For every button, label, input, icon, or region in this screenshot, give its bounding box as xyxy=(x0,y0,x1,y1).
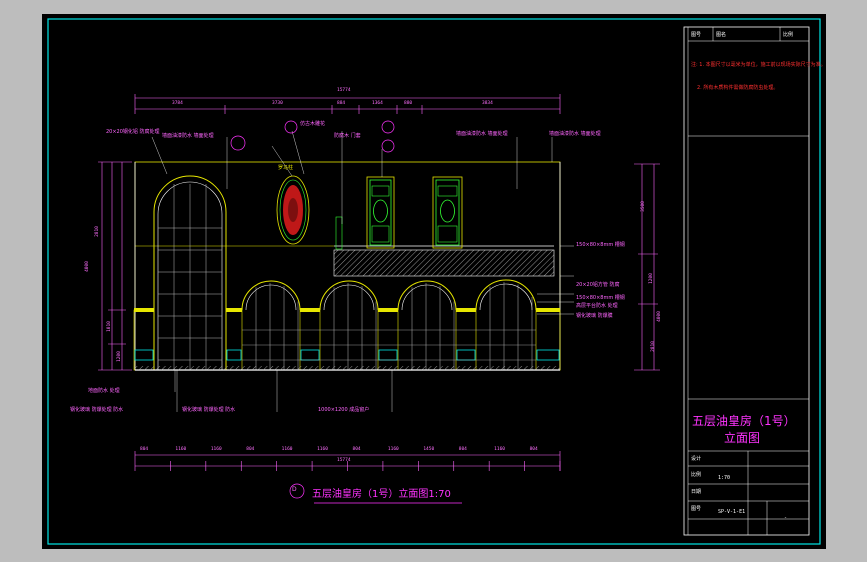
top-annotation-1: 20×20钢化铝 防腐处理 xyxy=(106,129,160,135)
top-dim-2: 3730 xyxy=(272,101,283,106)
tb-row-label-2: 比例 xyxy=(691,472,702,478)
top-dim-3: 884 xyxy=(337,101,346,106)
tb-note-1: 注: 1. 本图尺寸以毫米为单位，施工前以现场实际尺寸为准。 xyxy=(691,62,826,68)
elevation-drawing xyxy=(47,18,821,545)
tb-note-2: 2. 所有木质构件需做防腐防虫处理。 xyxy=(697,85,779,91)
left-dim-2: 1010 xyxy=(106,321,112,332)
oval-medallion xyxy=(276,175,310,245)
right-dim-2: 1200 xyxy=(648,273,654,284)
tb-page: - xyxy=(784,515,788,521)
right-dimension-lines xyxy=(634,163,660,371)
top-dim-4: 1364 xyxy=(372,101,383,106)
bottom-annotation-2: 钢化玻璃 防爆处理 防水 xyxy=(70,407,124,413)
overall-dim-top: 15774 xyxy=(337,88,351,93)
top-dimension-lines xyxy=(134,94,561,114)
tb-row-label-3: 日期 xyxy=(691,489,702,495)
bottom-dim-5: 1160 xyxy=(281,447,293,452)
bottom-dim-7: 804 xyxy=(352,447,361,452)
tb-header-3: 比例 xyxy=(783,32,794,38)
drawing-caption: 五层油皇房（1号）立面图1:70 xyxy=(312,489,451,500)
left-dim-4: 4000 xyxy=(84,261,90,272)
terrace-slab xyxy=(333,245,555,277)
bottom-dim-1: 804 xyxy=(140,447,149,452)
top-annotation-5: 墙面油漆防水 墙面处理 xyxy=(456,131,508,137)
drawing-sheet: 15774 3784 3730 884 1364 880 3834 15774 804 11… xyxy=(42,14,826,549)
medallion-label: 罗马柱 xyxy=(278,165,294,171)
bottom-annotation-1: 地面防水 处理 xyxy=(88,388,120,394)
bottom-dim-4: 804 xyxy=(246,447,255,452)
caption-tag: D xyxy=(292,486,297,493)
tb-title-line1: 五层油皇房（1号） xyxy=(692,414,796,428)
right-annotation-5: 钢化玻璃 防爆膜 xyxy=(576,313,613,319)
left-dim-1: 2810 xyxy=(94,226,100,237)
tb-row-value-2: 1:70 xyxy=(718,475,731,481)
tb-row-label-1: 设计 xyxy=(691,456,702,462)
right-dim-4: 2810 xyxy=(650,341,656,352)
tb-header-1: 图号 xyxy=(691,32,702,38)
title-block-frame xyxy=(683,26,810,536)
bottom-dim-6: 1160 xyxy=(317,447,328,452)
upper-door-right xyxy=(432,176,463,249)
right-annotation-2: 20×20铝方管 防腐 xyxy=(576,282,620,288)
bottom-dim-10: 804 xyxy=(458,447,467,452)
bottom-annotation-4: 1000×1200 成品窗户 xyxy=(318,407,370,413)
bottom-dim-8: 1160 xyxy=(387,447,399,452)
bottom-dim-2: 1160 xyxy=(175,447,187,452)
upper-door-left xyxy=(366,176,395,249)
top-dim-6: 3834 xyxy=(482,101,493,106)
tb-title-line2: 立面图 xyxy=(724,431,761,445)
bottom-dim-12: 804 xyxy=(529,447,538,452)
top-annotation-3: 仿古木雕花 xyxy=(300,121,326,127)
top-annotation-6: 墙面油漆防水 墙面处理 xyxy=(549,131,601,137)
bottom-dim-3: 1160 xyxy=(210,447,222,452)
right-dim-3: 4000 xyxy=(656,311,662,322)
overall-dim-bottom: 15774 xyxy=(337,458,351,463)
left-dim-3: 1200 xyxy=(116,351,122,362)
top-annotation-4: 防腐木 门套 xyxy=(334,133,361,139)
bottom-dim-11: 1160 xyxy=(494,447,505,452)
top-dim-5: 880 xyxy=(404,101,413,106)
tb-header-2: 图名 xyxy=(716,32,727,38)
right-annotation-1: 150×80×8mm 槽钢 xyxy=(576,242,625,248)
tb-row-label-4: 图号 xyxy=(691,506,702,512)
bottom-dim-9: 1450 xyxy=(423,447,435,452)
bottom-annotation-3: 钢化玻璃 防爆处理 防水 xyxy=(182,407,236,413)
left-dimension-lines xyxy=(98,161,132,371)
top-dim-1: 3784 xyxy=(172,101,183,106)
top-annotation-2: 墙面油漆防水 墙面处理 xyxy=(162,133,214,139)
right-annotation-4: 高层平台防水 处理 xyxy=(576,303,618,309)
arcade-arches xyxy=(133,279,561,371)
tb-row-value-4: SP-V-1-E1 xyxy=(718,509,746,515)
right-dim-1: 3500 xyxy=(640,201,646,212)
right-annotation-3: 150×80×8mm 槽钢 xyxy=(576,295,625,301)
